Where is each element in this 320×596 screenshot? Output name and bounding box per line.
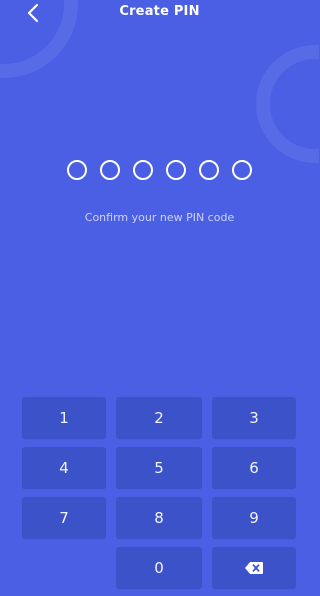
key-2[interactable]: 2: [116, 397, 202, 439]
key-9[interactable]: 9: [212, 497, 296, 539]
pin-dot: [166, 160, 186, 180]
keypad-spacer: [22, 547, 106, 589]
key-5[interactable]: 5: [116, 447, 202, 489]
backspace-icon: [245, 562, 263, 574]
pin-dot: [67, 160, 87, 180]
key-4[interactable]: 4: [22, 447, 106, 489]
numeric-keypad: 1 2 3 4 5 6 7 8 9 0: [22, 397, 297, 589]
page-title: Create PIN: [119, 4, 200, 19]
create-pin-screen: Create PIN Confirm your new PIN code 1 2…: [0, 0, 319, 596]
key-3[interactable]: 3: [212, 397, 296, 439]
pin-dot: [232, 160, 252, 180]
pin-indicator: [0, 160, 319, 180]
pin-dot: [133, 160, 153, 180]
key-1[interactable]: 1: [22, 397, 106, 439]
pin-instruction: Confirm your new PIN code: [84, 211, 235, 224]
header: Create PIN: [0, 0, 319, 26]
pin-dot: [199, 160, 219, 180]
key-8[interactable]: 8: [116, 497, 202, 539]
decorative-circle-top-right: [256, 45, 319, 163]
delete-button[interactable]: [212, 547, 296, 589]
key-6[interactable]: 6: [212, 447, 296, 489]
key-7[interactable]: 7: [22, 497, 106, 539]
key-0[interactable]: 0: [116, 547, 202, 589]
pin-dot: [100, 160, 120, 180]
